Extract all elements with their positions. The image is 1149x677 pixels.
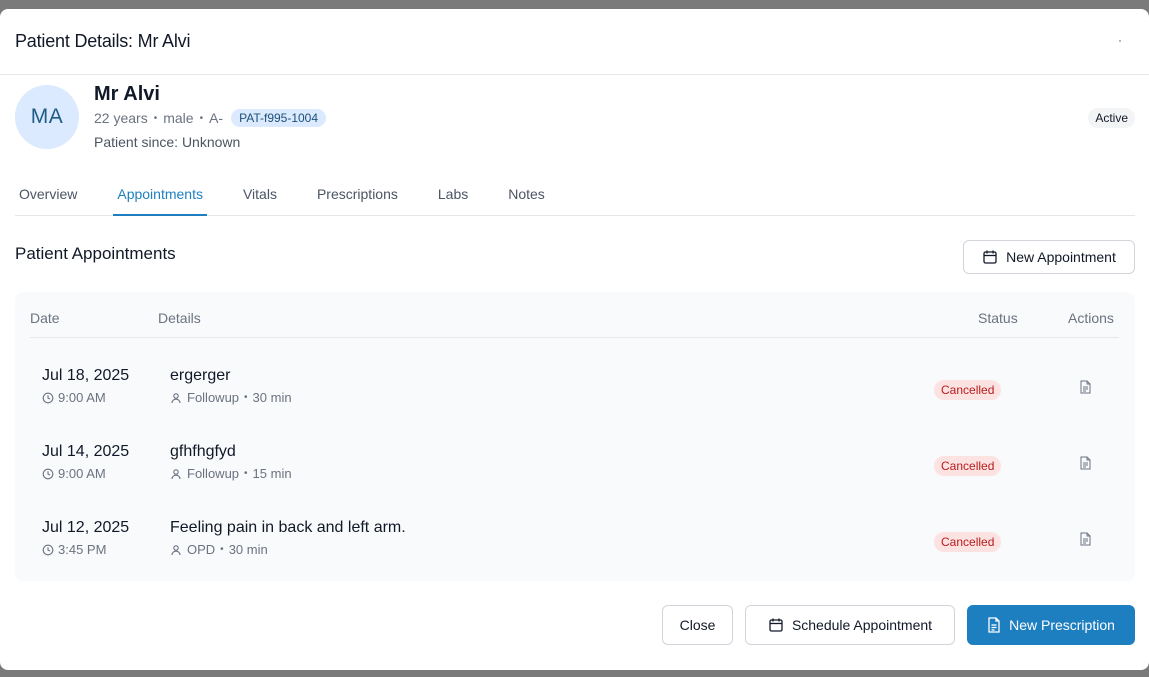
- separator-dot: •: [199, 112, 204, 124]
- avatar: MA: [15, 85, 79, 149]
- appointment-type: Followup: [187, 466, 240, 481]
- appointment-time: 9:00 AM: [42, 466, 129, 481]
- patient-meta: 22 years • male • A- PAT-f995-1004: [94, 109, 327, 127]
- user-icon: [170, 392, 182, 404]
- table-row[interactable]: Jul 18, 2025 9:00 AM ergerger Followup •…: [15, 352, 1135, 428]
- appointment-time-text: 9:00 AM: [58, 390, 106, 405]
- status-badge: Cancelled: [934, 380, 1002, 400]
- tab-vitals[interactable]: Vitals: [239, 178, 281, 215]
- appointment-details-cell: gfhfhgfyd Followup • 15 min: [170, 443, 292, 481]
- column-header-actions: Actions: [1068, 310, 1114, 326]
- close-button[interactable]: Close: [662, 605, 733, 645]
- new-appointment-button[interactable]: New Appointment: [963, 240, 1135, 274]
- appointment-duration: 15 min: [252, 466, 292, 481]
- appointment-date-cell: Jul 14, 2025 9:00 AM: [42, 443, 129, 481]
- clock-icon: [42, 468, 54, 480]
- patient-id-badge: PAT-f995-1004: [231, 109, 327, 127]
- schedule-appointment-button[interactable]: Schedule Appointment: [745, 605, 955, 645]
- tab-appointments[interactable]: Appointments: [113, 178, 207, 216]
- status-badge: Cancelled: [934, 532, 1002, 552]
- column-header-details: Details: [158, 310, 201, 326]
- separator-dot: •: [220, 544, 224, 555]
- calendar-icon: [768, 617, 784, 633]
- document-icon[interactable]: [1079, 456, 1092, 470]
- separator-dot: •: [244, 468, 248, 479]
- appointment-time: 3:45 PM: [42, 542, 129, 557]
- appointment-reason: gfhfhgfyd: [170, 443, 236, 460]
- tab-overview[interactable]: Overview: [15, 178, 81, 215]
- new-prescription-label: New Prescription: [1009, 617, 1115, 633]
- appointments-table: Date Details Status Actions Jul 18, 2025…: [15, 292, 1135, 581]
- appointment-date: Jul 12, 2025: [42, 519, 130, 536]
- schedule-appointment-label: Schedule Appointment: [791, 617, 933, 633]
- appointment-duration: 30 min: [252, 390, 292, 405]
- close-icon[interactable]: [1119, 40, 1121, 42]
- table-row[interactable]: Jul 12, 2025 3:45 PM Feeling pain in bac…: [15, 504, 1135, 580]
- separator-dot: •: [244, 392, 248, 403]
- appointment-date: Jul 18, 2025: [42, 367, 130, 384]
- tab-bar: Overview Appointments Vitals Prescriptio…: [15, 178, 1135, 216]
- status-badge: Active: [1088, 108, 1135, 128]
- table-row[interactable]: Jul 14, 2025 9:00 AM gfhfhgfyd Followup …: [15, 428, 1135, 504]
- clock-icon: [42, 544, 54, 556]
- column-header-status: Status: [978, 310, 1018, 326]
- appointment-meta: Followup • 30 min: [170, 390, 292, 405]
- appointment-time-text: 3:45 PM: [58, 542, 107, 557]
- patient-name: Mr Alvi: [94, 83, 160, 105]
- document-icon[interactable]: [1079, 532, 1092, 546]
- document-icon[interactable]: [1079, 380, 1092, 394]
- tab-labs[interactable]: Labs: [434, 178, 472, 215]
- appointment-duration: 30 min: [228, 542, 268, 557]
- appointment-reason: ergerger: [170, 367, 231, 384]
- modal-header: Patient Details: Mr Alvi: [0, 9, 1149, 75]
- user-icon: [170, 468, 182, 480]
- appointment-details-cell: ergerger Followup • 30 min: [170, 367, 292, 405]
- appointment-meta: Followup • 15 min: [170, 466, 292, 481]
- status-badge: Cancelled: [934, 456, 1002, 476]
- tab-prescriptions[interactable]: Prescriptions: [313, 178, 402, 215]
- appointment-type: Followup: [187, 390, 240, 405]
- appointment-details-cell: Feeling pain in back and left arm. OPD •…: [170, 519, 406, 557]
- separator-dot: •: [153, 112, 158, 124]
- tab-notes[interactable]: Notes: [504, 178, 549, 215]
- appointment-time-text: 9:00 AM: [58, 466, 106, 481]
- new-prescription-button[interactable]: New Prescription: [967, 605, 1135, 645]
- clock-icon: [42, 392, 54, 404]
- appointment-type: OPD: [187, 542, 216, 557]
- modal-title: Patient Details: Mr Alvi: [15, 31, 191, 51]
- appointment-time: 9:00 AM: [42, 390, 129, 405]
- patient-blood-group: A-: [209, 110, 224, 126]
- patient-age: 22 years: [94, 110, 148, 126]
- section-title: Patient Appointments: [15, 244, 176, 263]
- user-icon: [170, 544, 182, 556]
- appointment-date-cell: Jul 12, 2025 3:45 PM: [42, 519, 129, 557]
- calendar-icon: [982, 249, 998, 265]
- appointment-reason: Feeling pain in back and left arm.: [170, 519, 406, 536]
- column-header-date: Date: [30, 310, 60, 326]
- appointment-date-cell: Jul 18, 2025 9:00 AM: [42, 367, 129, 405]
- table-header: Date Details Status Actions: [30, 292, 1119, 338]
- patient-since: Patient since: Unknown: [94, 134, 241, 150]
- document-icon: [987, 617, 1001, 633]
- appointment-meta: OPD • 30 min: [170, 542, 406, 557]
- patient-gender: male: [163, 110, 194, 126]
- appointment-date: Jul 14, 2025: [42, 443, 130, 460]
- new-appointment-label: New Appointment: [1006, 249, 1116, 265]
